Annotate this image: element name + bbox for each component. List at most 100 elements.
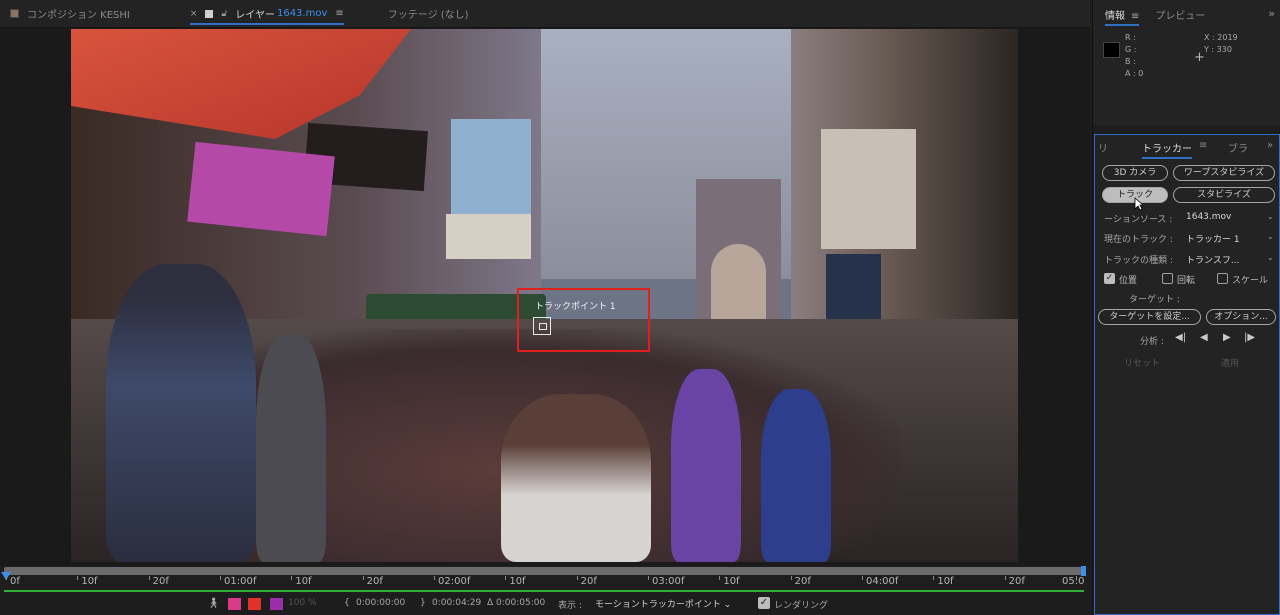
- right-panel: 情報 ≡ プレビュー » R : G : B : A : 0 X : 2019 Y…: [1092, 0, 1280, 615]
- track-point-label: トラックポイント 1: [535, 302, 616, 312]
- motion-source-label: ーションソース :: [1104, 215, 1173, 225]
- analyze-forward-icon[interactable]: ▶: [1223, 332, 1231, 343]
- panel-menu-icon[interactable]: ≡: [1131, 11, 1139, 22]
- chevron-down-icon[interactable]: ⌄: [1267, 253, 1274, 262]
- ruler-tick-label: 10f: [509, 576, 526, 587]
- out-point-marker[interactable]: [1081, 566, 1086, 576]
- panel-menu-icon[interactable]: ≡: [335, 8, 343, 19]
- analyze-forward-frame-icon[interactable]: |▶: [1244, 332, 1255, 343]
- track-type-label: トラックの種類 :: [1104, 256, 1173, 266]
- ruler-tick-label: 20f: [580, 576, 597, 587]
- warp-stabilize-button[interactable]: ワープスタビライズ: [1173, 165, 1275, 181]
- person-pink-icon[interactable]: [228, 598, 241, 610]
- tab-layer-file: 1643.mov: [276, 8, 328, 19]
- mouse-cursor: [1134, 197, 1145, 211]
- beauty-parlour-sign: [826, 254, 881, 324]
- person-red-icon[interactable]: [248, 598, 261, 610]
- set-target-button[interactable]: ターゲットを設定...: [1098, 309, 1201, 325]
- ruler-tick-label: 02:00f: [438, 576, 471, 587]
- track-type-value[interactable]: トランスフ...: [1186, 253, 1239, 266]
- view-label: 表示 :: [558, 601, 582, 611]
- view-select-value: モーショントラッカーポイント: [595, 600, 721, 610]
- tab-composition[interactable]: コンポジション KESHI: [0, 0, 140, 28]
- render-label: レンダリング: [774, 601, 829, 611]
- ruler-tick-mark: [291, 576, 293, 580]
- xy-readout: X : 2019 Y : 330: [1204, 32, 1238, 56]
- 3d-camera-button[interactable]: 3D カメラ: [1102, 165, 1168, 181]
- close-icon[interactable]: ×: [190, 9, 198, 19]
- viewer-footer: 🚶︎ 100 % { 0:00:00:00 } 0:00:04:29 Δ 0:0…: [0, 594, 1090, 615]
- reset-button[interactable]: リセット: [1124, 356, 1160, 369]
- view-select[interactable]: モーショントラッカーポイント ⌄: [595, 597, 731, 610]
- crosshair-icon: +: [1194, 50, 1205, 65]
- channel-swatch[interactable]: [270, 598, 283, 610]
- track-feature-region[interactable]: [533, 317, 551, 335]
- ruler-tick-label: 10f: [937, 576, 954, 587]
- position-checkbox[interactable]: ✓: [1104, 273, 1115, 284]
- time-in[interactable]: 0:00:00:00: [356, 598, 405, 608]
- current-track-value[interactable]: トラッカー 1: [1186, 232, 1240, 245]
- walking-person-icon[interactable]: 🚶︎: [207, 598, 220, 610]
- hindi-sign: [446, 214, 531, 259]
- ruler-tick-mark: [719, 576, 721, 580]
- chevron-down-icon[interactable]: ⌄: [1267, 232, 1274, 241]
- render-checkbox[interactable]: ✓: [758, 597, 770, 609]
- ruler-tick-mark: [505, 576, 507, 580]
- ruler-tick-mark: [862, 576, 863, 580]
- chevron-double-right-icon[interactable]: »: [1267, 140, 1273, 151]
- target-label: ターゲット :: [1129, 295, 1180, 305]
- x-value: X : 2019: [1204, 33, 1238, 42]
- panel-menu-icon[interactable]: ≡: [1199, 140, 1207, 151]
- analyze-back-frame-icon[interactable]: ◀|: [1175, 332, 1186, 343]
- rotation-checkbox[interactable]: [1162, 273, 1173, 284]
- a-value: A : 0: [1125, 69, 1144, 78]
- analyze-backward-icon[interactable]: ◀: [1200, 332, 1208, 343]
- hindi-banner: [821, 129, 916, 249]
- zoom-level[interactable]: 100 %: [288, 598, 317, 608]
- chevron-double-right-icon[interactable]: »: [1268, 7, 1275, 20]
- ruler-tick-label: 10f: [81, 576, 98, 587]
- view-toggle-icon[interactable]: [205, 9, 214, 18]
- viewer-tab-bar: コンポジション KESHI × 🔓︎ レイヤー 1643.mov ≡ フッテージ…: [0, 0, 1090, 28]
- ruler-tick-mark: [434, 576, 435, 580]
- work-area-bar[interactable]: [4, 567, 1084, 575]
- ruler-tick-label: 0f: [10, 576, 20, 587]
- tab-tracker[interactable]: トラッカー: [1142, 140, 1192, 159]
- ruler-tick-label: 20f: [366, 576, 383, 587]
- ruler-tick-label: 05:0: [1062, 576, 1085, 587]
- tab-layer[interactable]: × 🔓︎ レイヤー 1643.mov ≡: [180, 0, 354, 28]
- options-button[interactable]: オプション...: [1206, 309, 1276, 325]
- info-panel-tabs: 情報 ≡ プレビュー »: [1093, 0, 1280, 28]
- ruler-tick-label: 20f: [152, 576, 169, 587]
- tab-footage[interactable]: フッテージ (なし): [378, 0, 479, 28]
- tracker-panel-tabs: リ トラッカー ≡ ブラ »: [1095, 135, 1280, 159]
- out-bracket-icon[interactable]: }: [420, 598, 426, 608]
- apply-button[interactable]: 適用: [1221, 356, 1239, 369]
- person-grey: [256, 334, 326, 562]
- ruler-tick-label: 10f: [723, 576, 740, 587]
- cache-indicator: [4, 590, 1084, 592]
- poster: [187, 141, 335, 237]
- tab-info[interactable]: 情報 ≡: [1105, 7, 1140, 26]
- layer-viewer[interactable]: トラックポイント 1: [0, 28, 1090, 566]
- tab-preview[interactable]: プレビュー: [1155, 7, 1205, 22]
- scale-checkbox[interactable]: [1217, 273, 1228, 284]
- ruler-tick-mark: [220, 576, 221, 580]
- ruler-tick-label: 01:00f: [224, 576, 257, 587]
- motion-source-value[interactable]: 1643.mov: [1186, 212, 1231, 222]
- ruler-tick-label: 10f: [295, 576, 312, 587]
- lock-icon[interactable]: 🔓︎: [221, 9, 227, 19]
- ruler-tick-mark: [648, 576, 649, 580]
- g-value: G :: [1125, 45, 1137, 54]
- rgba-readout: R : G : B : A : 0: [1125, 32, 1143, 80]
- ruler-tick-mark: [148, 576, 150, 580]
- tab-left[interactable]: リ: [1098, 140, 1108, 155]
- b-value: B :: [1125, 57, 1136, 66]
- in-bracket-icon[interactable]: {: [344, 598, 350, 608]
- time-out[interactable]: 0:00:04:29: [432, 598, 481, 608]
- r-value: R :: [1125, 33, 1136, 42]
- chevron-down-icon[interactable]: ⌄: [1267, 212, 1274, 221]
- tab-right[interactable]: ブラ: [1228, 140, 1248, 155]
- time-ruler[interactable]: 0f 10f 20f 01:00f 10f 20f 02:00f 10f 20f 03:00f 10…: [0, 566, 1090, 594]
- stabilize-button[interactable]: スタビライズ: [1173, 187, 1275, 203]
